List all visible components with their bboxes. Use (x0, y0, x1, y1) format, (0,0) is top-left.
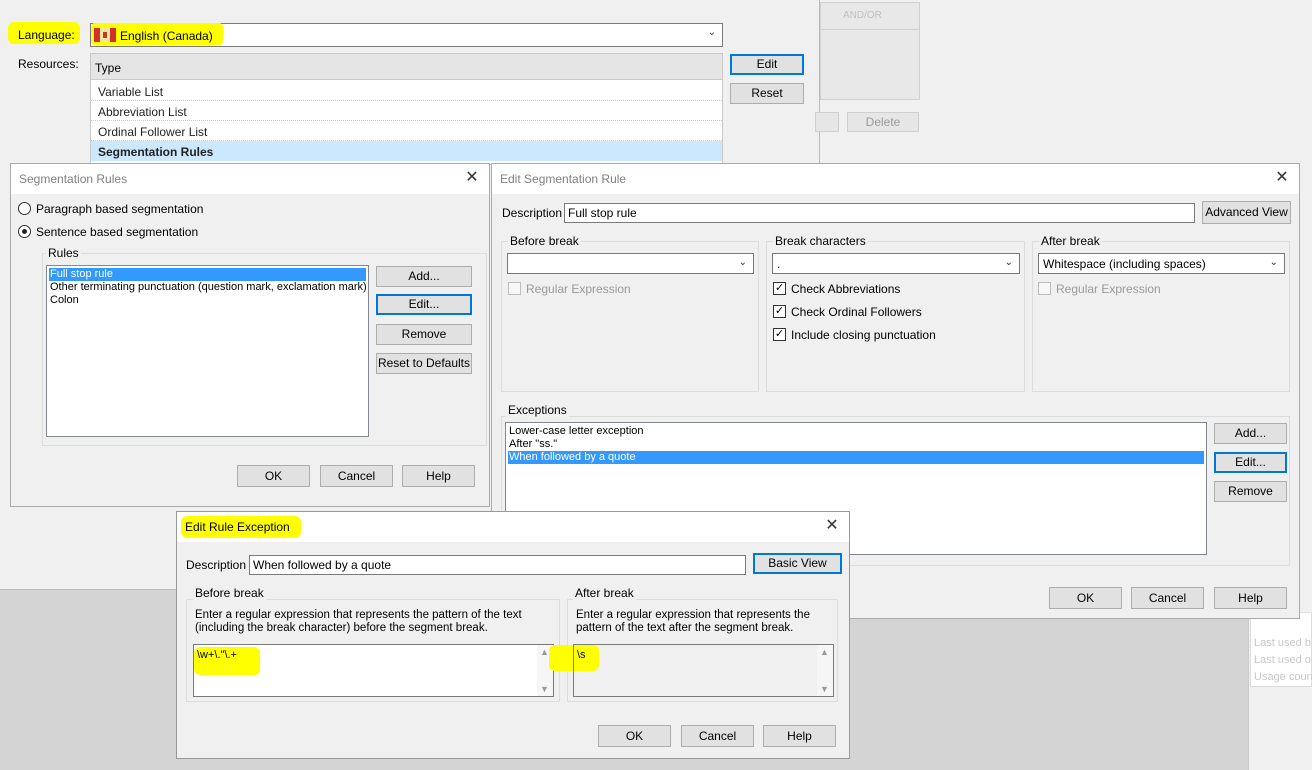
resources-type-header[interactable]: Type (91, 54, 722, 80)
after-regex-label: Regular Expression (1056, 282, 1161, 296)
cancel-button[interactable]: Cancel (320, 465, 393, 487)
before-break-help: Enter a regular expression that represen… (195, 609, 522, 634)
resource-row[interactable]: Ordinal Follower List (91, 121, 722, 141)
include-closing-label: Include closing punctuation (791, 328, 936, 342)
edit-rule-exception-dialog: Edit Rule Exception ✕ Description When f… (176, 511, 850, 759)
ok-button[interactable]: OK (598, 725, 671, 747)
after-break-regex: \s (577, 649, 586, 661)
before-break-regex: \w+\."\.+ (197, 649, 237, 661)
description-input[interactable]: When followed by a quote (249, 555, 746, 575)
check-abbreviations-label: Check Abbreviations (791, 282, 901, 296)
break-characters-label: Break characters (773, 234, 868, 248)
help-button[interactable]: Help (1214, 587, 1287, 609)
description-label: Description (502, 206, 563, 220)
title-bar: Edit Rule Exception ✕ (177, 512, 849, 542)
chevron-down-icon: ⌄ (1269, 257, 1278, 268)
dialog-title: Edit Segmentation Rule (500, 172, 627, 186)
check-ordinal-checkbox[interactable]: ✓ (773, 305, 786, 318)
rules-edit-button[interactable]: Edit... (376, 294, 472, 315)
after-break-label: After break (1039, 234, 1102, 248)
exception-item[interactable]: After "ss." (508, 438, 1204, 451)
chevron-down-icon: ⌄ (707, 27, 716, 38)
break-characters-select[interactable]: . ⌄ (772, 253, 1020, 274)
dialog-title: Segmentation Rules (19, 172, 128, 186)
description-input[interactable]: Full stop rule (564, 203, 1195, 223)
rule-item[interactable]: Colon (49, 294, 366, 307)
exceptions-remove-button[interactable]: Remove (1214, 481, 1287, 502)
chevron-down-icon: ⌄ (1004, 257, 1013, 268)
after-break-value: Whitespace (including spaces) (1043, 257, 1206, 271)
basic-view-button[interactable]: Basic View (753, 553, 842, 574)
bg-blank-button[interactable] (815, 112, 839, 132)
radio-paragraph-label: Paragraph based segmentation (36, 202, 204, 216)
help-button[interactable]: Help (763, 725, 836, 747)
after-break-regex-input[interactable]: \s ▲ ▼ (573, 644, 834, 697)
title-bar: Edit Segmentation Rule ✕ (492, 164, 1299, 194)
before-break-regex-input[interactable]: \w+\."\.+ ▲ ▼ (193, 644, 554, 697)
right-partial-item: Usage coun (1254, 671, 1312, 683)
close-icon[interactable]: ✕ (823, 517, 841, 535)
rule-item[interactable]: Other terminating punctuation (question … (49, 281, 367, 294)
andor-header-line (821, 29, 919, 30)
scrollbar[interactable]: ▲ ▼ (817, 645, 833, 696)
chevron-down-icon: ⌄ (738, 257, 747, 268)
delete-button[interactable]: Delete (847, 112, 919, 132)
resources-edit-button[interactable]: Edit (730, 54, 804, 75)
resources-list: Type Variable List Abbreviation List Ord… (90, 53, 723, 165)
right-partial-item: Last used o (1254, 654, 1311, 666)
title-bar: Segmentation Rules ✕ (11, 164, 489, 194)
exceptions-add-button[interactable]: Add... (1214, 423, 1287, 444)
language-label: Language: (18, 28, 75, 42)
before-break-label: Before break (193, 586, 266, 600)
rules-list[interactable]: Full stop rule Other terminating punctua… (46, 265, 369, 437)
after-break-help: Enter a regular expression that represen… (576, 609, 810, 634)
rules-group-label: Rules (46, 246, 81, 260)
before-break-select[interactable]: ⌄ (507, 253, 754, 274)
before-regex-checkbox[interactable] (508, 282, 521, 295)
after-break-select[interactable]: Whitespace (including spaces) ⌄ (1038, 253, 1285, 274)
right-partial-list: Last used b Last used o Usage coun (1250, 612, 1312, 687)
reset-defaults-button[interactable]: Reset to Defaults (376, 353, 472, 374)
resources-reset-button[interactable]: Reset (730, 83, 804, 104)
rules-add-button[interactable]: Add... (376, 266, 472, 287)
rule-item[interactable]: Full stop rule (49, 268, 366, 281)
after-regex-checkbox[interactable] (1038, 282, 1051, 295)
language-value: English (Canada) (120, 29, 213, 43)
cancel-button[interactable]: Cancel (1131, 587, 1204, 609)
close-icon[interactable]: ✕ (1273, 169, 1291, 187)
resource-row[interactable]: Variable List (91, 81, 722, 101)
before-break-label: Before break (508, 234, 581, 248)
rules-remove-button[interactable]: Remove (376, 324, 472, 345)
andor-grid: AND/OR (820, 2, 920, 100)
language-select[interactable]: English (Canada) ⌄ (90, 23, 723, 47)
check-ordinal-label: Check Ordinal Followers (791, 305, 922, 319)
radio-sentence[interactable] (18, 225, 31, 238)
resource-row-selected[interactable]: Segmentation Rules (91, 141, 722, 161)
dialog-title: Edit Rule Exception (185, 520, 290, 534)
ok-button[interactable]: OK (237, 465, 310, 487)
resource-row[interactable]: Abbreviation List (91, 101, 722, 121)
radio-paragraph[interactable] (18, 202, 31, 215)
canada-flag-icon (94, 28, 116, 42)
after-break-label: After break (573, 586, 636, 600)
break-characters-value: . (777, 257, 781, 271)
close-icon[interactable]: ✕ (463, 169, 481, 187)
include-closing-checkbox[interactable]: ✓ (773, 328, 786, 341)
exceptions-label: Exceptions (506, 403, 569, 417)
exception-item[interactable]: Lower-case letter exception (508, 425, 1204, 438)
check-abbreviations-checkbox[interactable]: ✓ (773, 282, 786, 295)
ok-button[interactable]: OK (1049, 587, 1122, 609)
exception-item[interactable]: When followed by a quote (508, 451, 1204, 464)
advanced-view-button[interactable]: Advanced View (1202, 201, 1291, 224)
andor-header: AND/OR (843, 10, 882, 21)
segmentation-rules-dialog: Segmentation Rules ✕ Paragraph based seg… (10, 163, 490, 507)
help-button[interactable]: Help (402, 465, 475, 487)
exceptions-edit-button[interactable]: Edit... (1214, 452, 1287, 473)
radio-sentence-label: Sentence based segmentation (36, 225, 199, 239)
resources-label: Resources: (18, 57, 79, 71)
cancel-button[interactable]: Cancel (681, 725, 754, 747)
right-partial-item: Last used b (1254, 637, 1311, 649)
before-regex-label: Regular Expression (526, 282, 631, 296)
description-label: Description (186, 558, 247, 572)
